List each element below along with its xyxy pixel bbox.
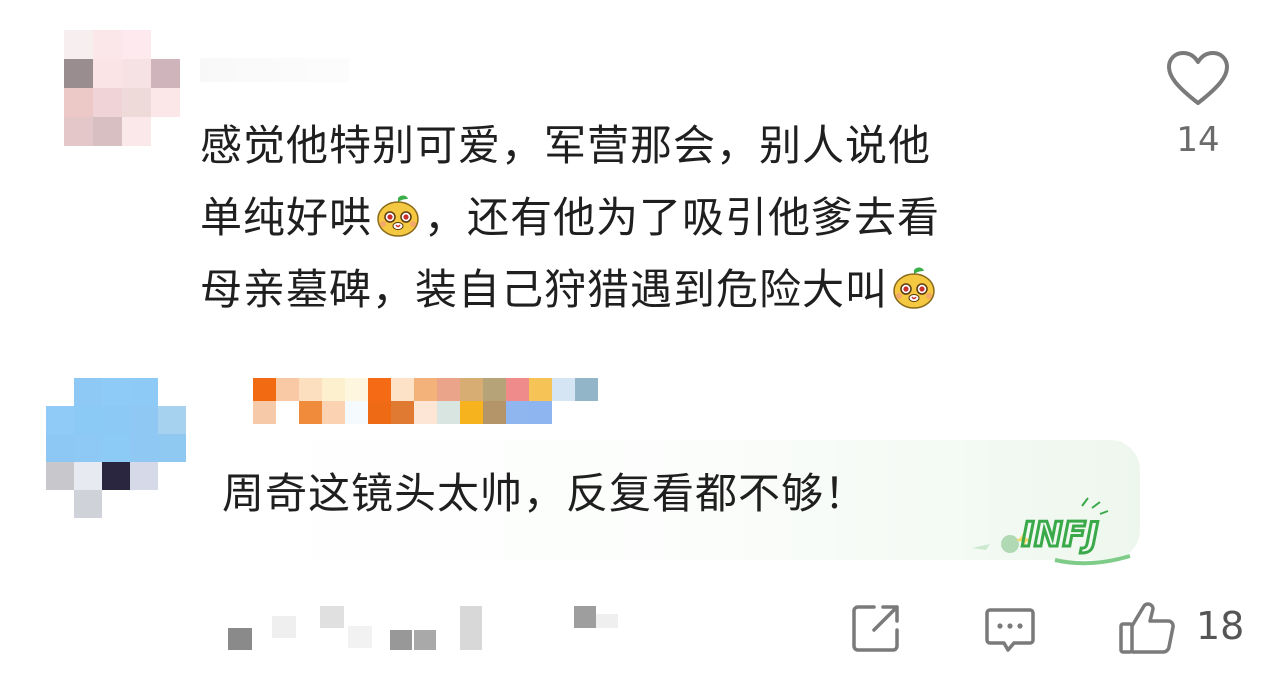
comment-icon [985, 608, 1035, 652]
like-count: 18 [1196, 604, 1245, 648]
avatar[interactable] [64, 30, 180, 146]
username-blurred[interactable] [200, 58, 350, 82]
comment-text: 周奇这镜头太帅，反复看都不够！ [222, 469, 868, 518]
comment-text: 感觉他特别可爱，军营那会，别人说他 单纯好哄 ，还有他为了吸引他爹去看 母亲墓碑… [200, 110, 1080, 326]
thumbs-up-icon [1119, 602, 1175, 654]
comment-line: 感觉他特别可爱，军营那会，别人说他 [200, 121, 932, 170]
mango-face-emoji [890, 260, 938, 309]
timestamp-blurred [228, 604, 628, 650]
heart-icon [1167, 51, 1229, 105]
like-button[interactable]: 14 [1166, 50, 1230, 160]
username-blurred[interactable] [230, 378, 600, 424]
infj-badge: INFJ [972, 497, 1131, 566]
comment-line: 母亲墓碑，装自己狩猎遇到危险大叫 [200, 254, 1080, 326]
thumbs-up-button[interactable] [1118, 600, 1178, 656]
comment-line: 单纯好哄 ，还有他为了吸引他爹去看 [200, 182, 1080, 254]
share-icon [852, 605, 899, 652]
badge-label: INFJ [1022, 515, 1099, 555]
reply-button[interactable] [984, 604, 1036, 656]
mango-face-emoji [374, 188, 422, 237]
avatar[interactable] [46, 378, 186, 518]
like-count: 14 [1176, 120, 1220, 160]
share-button[interactable] [850, 602, 902, 654]
